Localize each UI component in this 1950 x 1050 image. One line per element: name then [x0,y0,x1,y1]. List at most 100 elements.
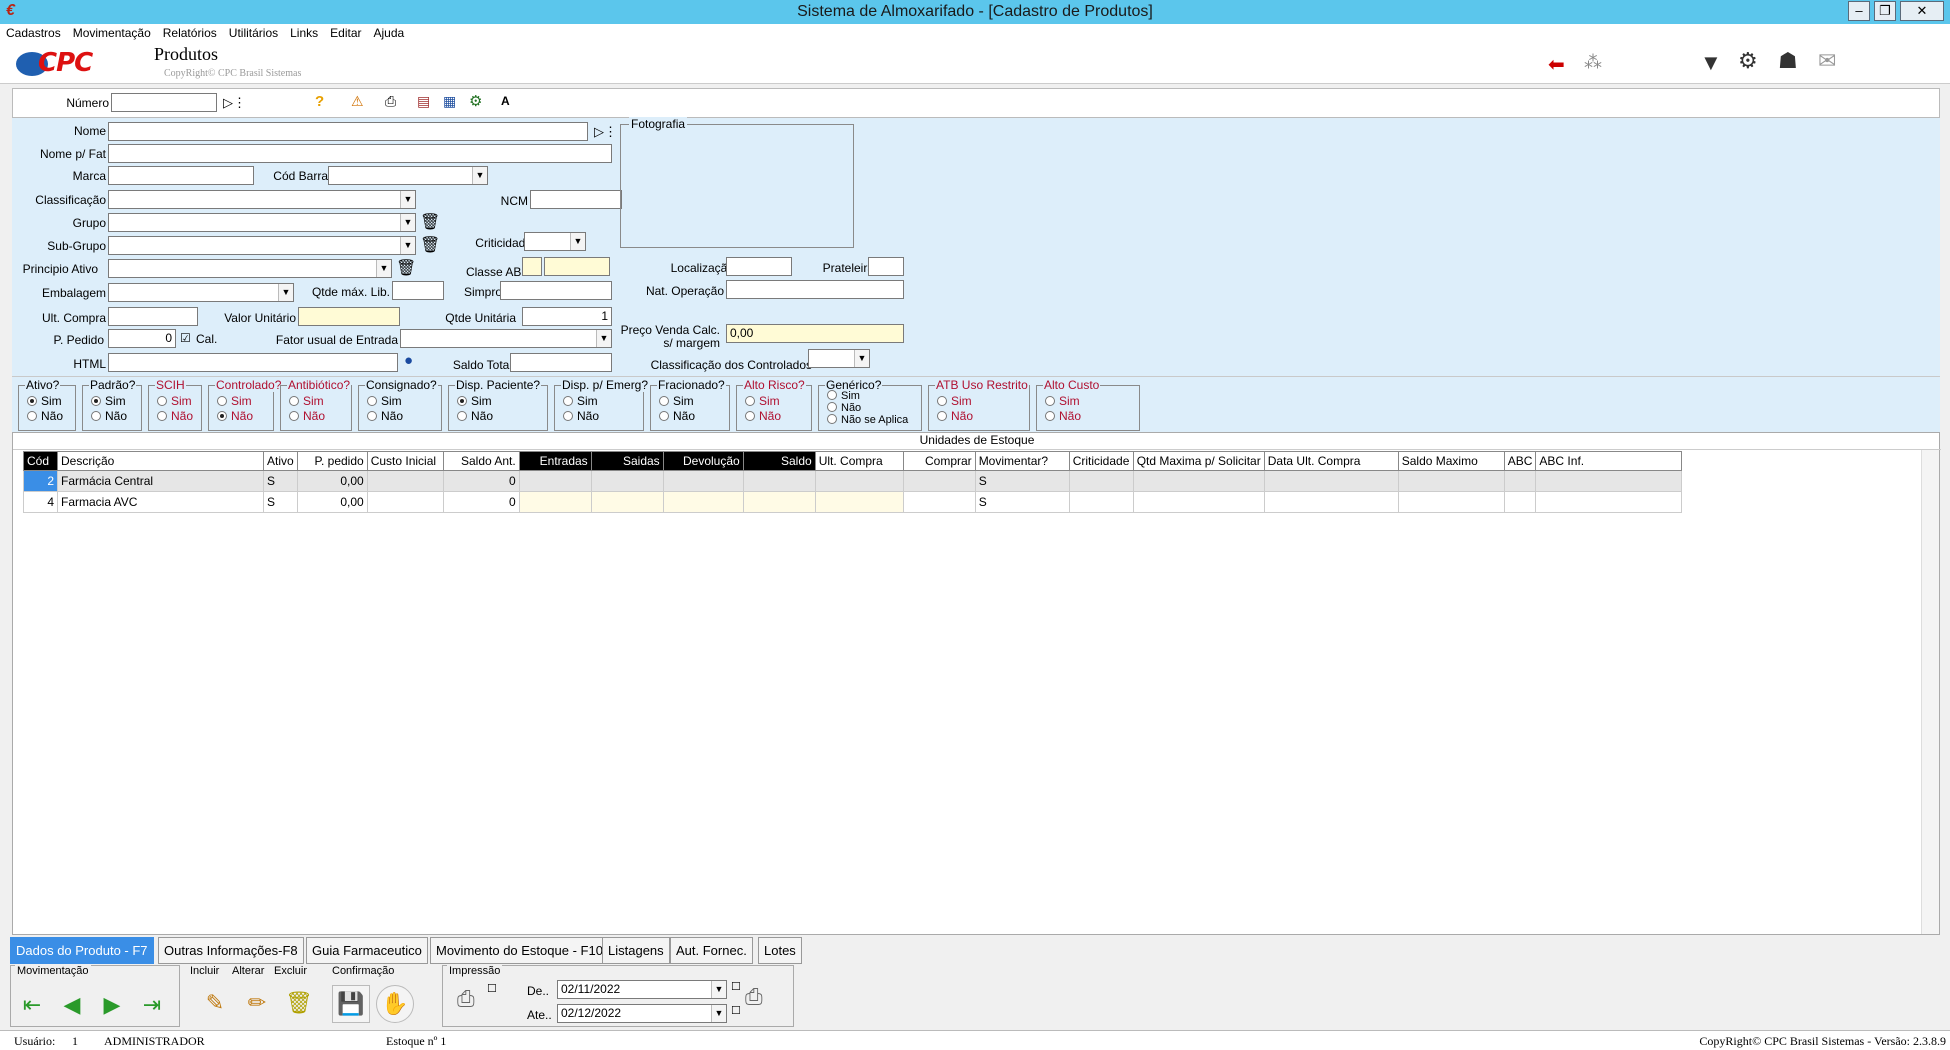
column-header[interactable]: Cód [23,451,58,471]
date-from-select[interactable]: 02/11/2022 ▼ [557,980,727,999]
help-icon[interactable]: ? [315,93,324,110]
table-cell[interactable] [1535,491,1683,513]
table-cell[interactable] [518,491,592,513]
radio-option[interactable]: Sim [659,394,694,408]
tab[interactable]: Movimento do Estoque - F10 [430,937,609,964]
column-header[interactable]: Movimentar? [974,451,1070,471]
print-icon[interactable]: ⎙ [385,93,396,110]
ncm-input[interactable] [530,190,622,209]
prateleira-input[interactable] [868,257,904,276]
classificacao-select[interactable]: ▼ [108,190,416,209]
table-cell[interactable] [742,470,816,492]
radio-option[interactable]: Não [827,402,861,414]
classe-abc-input-2[interactable] [544,257,610,276]
criticidade-select[interactable]: ▼ [524,232,586,251]
table-cell[interactable] [590,491,664,513]
table-cell[interactable] [814,491,904,513]
nome-fat-input[interactable] [108,144,612,163]
stop-icon[interactable]: ✋ [376,985,414,1023]
table-cell[interactable]: S [263,470,298,492]
column-header[interactable]: Criticidade [1068,451,1134,471]
radio-option[interactable]: Sim [827,390,860,402]
table-cell[interactable]: Farmácia Central [57,470,264,492]
incluir-icon[interactable]: ✎ [196,985,234,1023]
radio-option[interactable]: Sim [91,394,126,408]
chart-icon[interactable]: ▤ [417,93,430,110]
table-cell[interactable] [662,470,744,492]
minimize-button[interactable]: – [1848,1,1870,21]
table-cell[interactable]: 0 [442,470,520,492]
table-cell[interactable] [1503,491,1537,513]
valor-unitario-input[interactable] [298,307,400,326]
printer-checkbox[interactable]: ☐ [487,982,497,995]
mail-icon[interactable]: ✉ [1818,48,1836,74]
radio-option[interactable]: Sim [217,394,252,408]
table-cell[interactable] [1397,491,1505,513]
column-header[interactable]: Custo Inicial [366,451,444,471]
ult-compra-input[interactable] [108,307,198,326]
column-header[interactable]: Entradas [518,451,592,471]
radio-option[interactable]: Não [745,409,781,423]
html-input[interactable] [108,353,398,372]
lookup-icon[interactable]: ▷⋮ [223,95,246,111]
column-header[interactable]: Comprar [902,451,976,471]
table-cell[interactable] [902,470,976,492]
close-button[interactable]: ✕ [1900,1,1944,21]
back-arrow-icon[interactable]: ⬅ [1548,52,1565,77]
menu-cadastros[interactable]: Cadastros [0,24,67,42]
menu-movimentacao[interactable]: Movimentação [67,24,157,42]
column-header[interactable]: Saldo Maximo [1397,451,1505,471]
table-cell[interactable] [1263,491,1399,513]
radio-option[interactable]: Sim [367,394,402,408]
tab[interactable]: Aut. Fornec. [670,937,753,964]
p-pedido-input[interactable]: 0 [108,329,176,348]
column-header[interactable]: ABC [1503,451,1537,471]
preco-venda-input[interactable]: 0,00 [726,324,904,343]
column-header[interactable]: Ult. Compra [814,451,904,471]
table-cell[interactable]: 0 [442,491,520,513]
tab[interactable]: Outras Informações-F8 [158,937,304,964]
principio-select[interactable]: ▼ [108,259,392,278]
table-cell[interactable] [902,491,976,513]
menu-links[interactable]: Links [284,24,324,42]
vertical-scrollbar[interactable] [1921,450,1939,934]
radio-option[interactable]: Não [563,409,599,423]
date-checkbox-2[interactable]: ☐ [731,1004,741,1017]
table-cell[interactable] [1503,470,1537,492]
last-record-icon[interactable]: ⇥ [137,990,167,1020]
cal-checkbox[interactable]: ☑ [180,331,191,345]
radio-option[interactable]: Sim [563,394,598,408]
nome-input[interactable] [108,122,588,141]
subgrupo-trash-icon[interactable]: 🗑 [420,235,440,255]
radio-option[interactable]: Não [659,409,695,423]
menu-utilitarios[interactable]: Utilitários [223,24,284,42]
table-cell[interactable]: S [263,491,298,513]
grupo-select[interactable]: ▼ [108,213,416,232]
saldo-total-input[interactable] [510,353,612,372]
radio-option[interactable]: Não [367,409,403,423]
column-header[interactable]: Data Ult. Compra [1263,451,1399,471]
radio-option[interactable]: Não se Aplica [827,414,908,426]
principio-trash-icon[interactable]: 🗑 [396,258,416,278]
tab[interactable]: Dados do Produto - F7 [10,937,154,964]
radio-option[interactable]: Sim [457,394,492,408]
table-cell[interactable]: 0,00 [296,491,368,513]
radio-option[interactable]: Sim [289,394,324,408]
tools-icon[interactable]: ⚙ [1738,48,1758,74]
nome-lookup-icon[interactable]: ▷⋮ [594,124,617,140]
table-cell[interactable] [518,470,592,492]
table-cell[interactable]: Farmacia AVC [57,491,264,513]
next-record-icon[interactable]: ▶ [97,990,127,1020]
table-cell[interactable] [1068,470,1134,492]
prev-record-icon[interactable]: ◀ [57,990,87,1020]
radio-option[interactable]: Sim [937,394,972,408]
table-cell[interactable]: S [974,491,1070,513]
qtde-unitaria-input[interactable]: 1 [522,307,612,326]
radio-option[interactable]: Não [457,409,493,423]
table-cell[interactable] [662,491,744,513]
cod-barra-select[interactable]: ▼ [328,166,488,185]
tab[interactable]: Listagens [602,937,670,964]
table-cell[interactable] [366,491,444,513]
localizacao-input[interactable] [726,257,792,276]
column-header[interactable]: Ativo [263,451,298,471]
